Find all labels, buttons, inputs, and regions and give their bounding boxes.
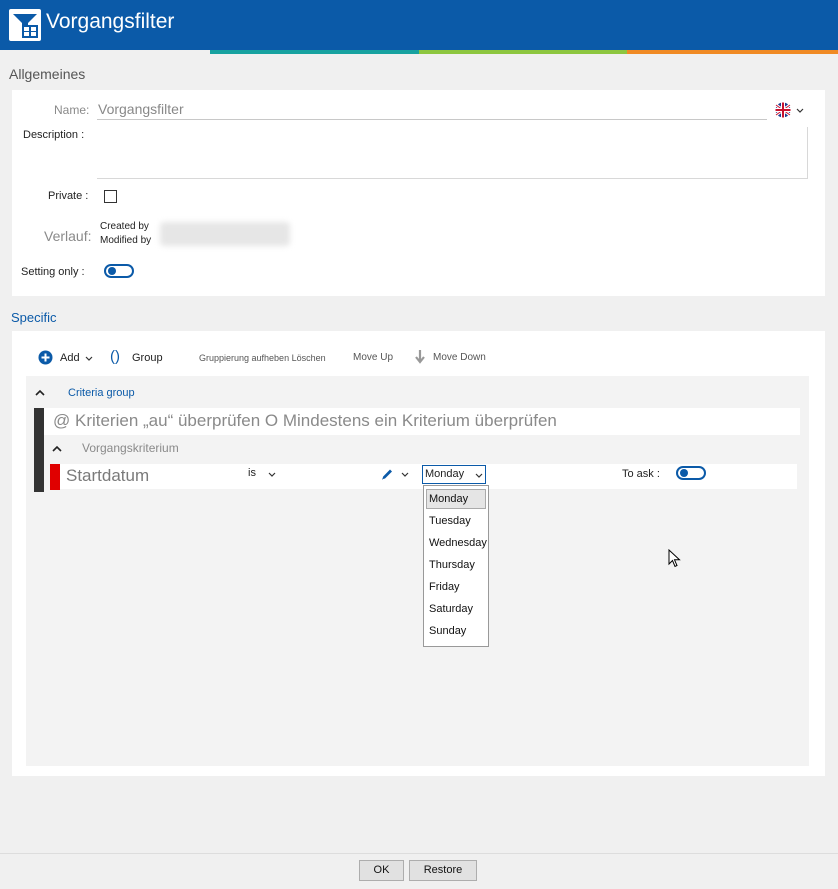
mouse-cursor-icon: [668, 549, 681, 568]
add-button[interactable]: Add: [38, 350, 96, 367]
group-indicator-bar: [34, 408, 44, 492]
parentheses-icon: (): [110, 348, 120, 365]
general-panel: [12, 90, 825, 296]
name-label: Name:: [54, 103, 90, 117]
day-option-saturday[interactable]: Saturday: [429, 603, 473, 615]
history-label: Verlauf:: [44, 228, 92, 244]
pencil-icon[interactable]: [380, 467, 394, 481]
chevron-down-icon: [796, 108, 804, 113]
criteria-group-label: Criteria group: [68, 387, 135, 399]
description-label: Description :: [23, 129, 85, 141]
chevron-up-icon[interactable]: [52, 445, 62, 452]
setting-only-label: Setting only :: [21, 266, 85, 278]
private-label: Private :: [48, 190, 89, 202]
description-field[interactable]: [97, 127, 808, 179]
chevron-down-icon: [475, 473, 483, 478]
to-ask-label: To ask :: [622, 468, 660, 480]
chevron-down-icon: [268, 472, 276, 477]
group-button[interactable]: () Group: [110, 348, 166, 366]
arrow-down-icon: [415, 350, 425, 364]
day-option-tuesday[interactable]: Tuesday: [429, 515, 471, 527]
window-title: Vorgangsfilter: [46, 10, 175, 33]
day-option-wednesday[interactable]: Wednesday: [429, 537, 487, 549]
move-up-button[interactable]: Move Up: [353, 352, 393, 363]
accent-stripe-orange: [627, 50, 838, 54]
criterion-field[interactable]: Startdatum: [66, 466, 149, 486]
criterion-label: Vorgangskriterium: [82, 441, 179, 455]
filter-table-icon: [9, 9, 41, 41]
plus-circle-icon: [38, 350, 53, 365]
modified-by-label: Modified by: [100, 235, 152, 246]
title-bar: Vorgangsfilter: [0, 0, 838, 50]
criteria-check-options[interactable]: @ Kriterien „au“ überprüfen O Mindestens…: [53, 411, 557, 431]
uk-flag-icon: [775, 102, 791, 118]
add-label: Add: [60, 352, 80, 364]
created-by-label: Created by: [100, 221, 149, 232]
accent-stripe-teal: [210, 50, 419, 54]
setting-only-toggle[interactable]: [104, 264, 134, 278]
operator-select[interactable]: is: [248, 467, 280, 481]
language-selector[interactable]: [775, 102, 805, 118]
section-title-specific: Specific: [11, 310, 57, 325]
ungroup-delete-button[interactable]: Gruppierung aufheben Löschen: [199, 353, 326, 363]
day-dropdown-list: Monday Tuesday Wednesday Thursday Friday…: [423, 485, 489, 647]
move-down-button[interactable]: Move Down: [433, 352, 486, 363]
section-title-general: Allgemeines: [9, 66, 86, 82]
day-select-value: Monday: [425, 468, 465, 480]
redacted-history: [160, 222, 290, 246]
to-ask-toggle[interactable]: [676, 466, 706, 480]
name-input[interactable]: [97, 98, 767, 120]
day-option-sunday[interactable]: Sunday: [429, 625, 466, 637]
group-label: Group: [132, 352, 163, 364]
day-option-thursday[interactable]: Thursday: [429, 559, 475, 571]
chevron-down-icon: [85, 356, 93, 361]
chevron-down-icon[interactable]: [401, 472, 409, 478]
private-checkbox[interactable]: [104, 190, 117, 203]
required-indicator-bar: [50, 464, 60, 490]
restore-button[interactable]: Restore: [409, 860, 477, 881]
ok-button[interactable]: OK: [359, 860, 404, 881]
day-option-monday[interactable]: Monday: [429, 493, 468, 505]
operator-value: is: [248, 467, 256, 479]
day-select[interactable]: Monday: [422, 465, 486, 484]
chevron-up-icon[interactable]: [35, 389, 45, 396]
day-option-friday[interactable]: Friday: [429, 581, 460, 593]
accent-stripe-green: [419, 50, 627, 54]
